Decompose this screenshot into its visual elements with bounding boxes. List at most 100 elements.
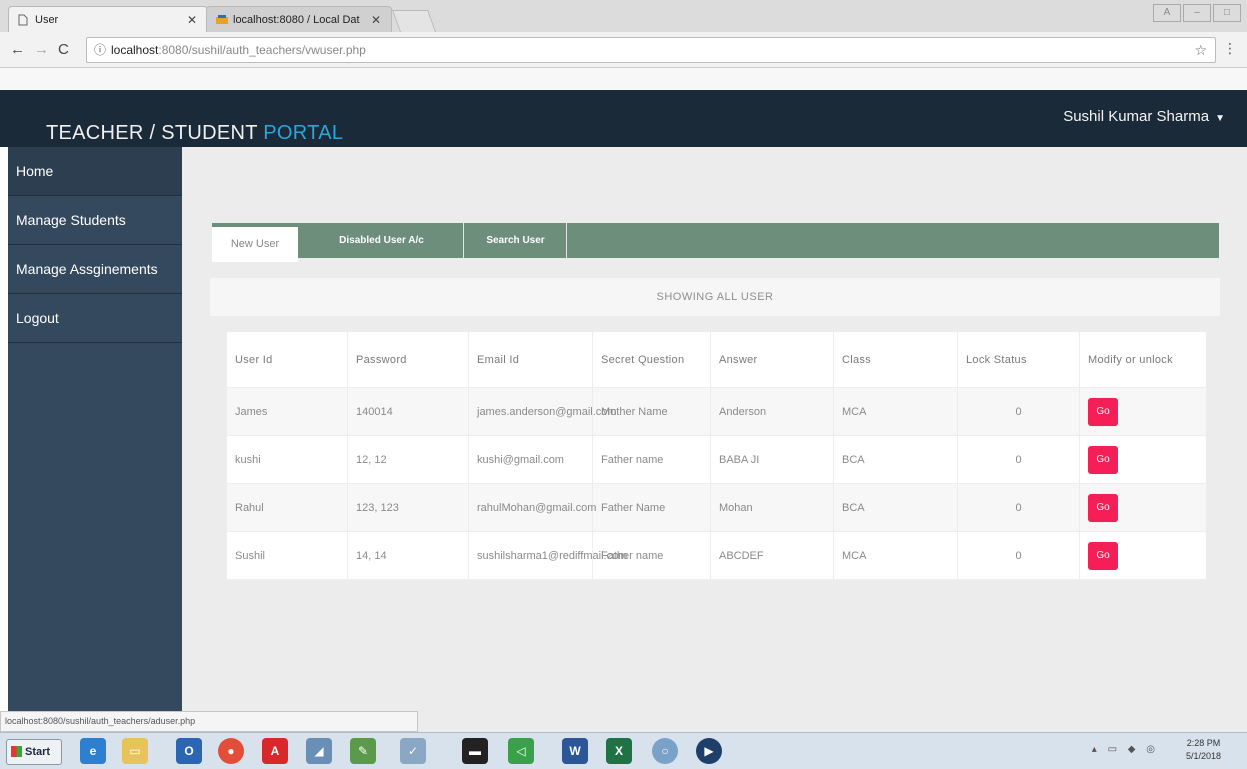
cell-action: Go: [1079, 483, 1207, 532]
browser-tab-phpmyadmin[interactable]: localhost:8080 / Local Dat ✕: [206, 6, 392, 32]
utility-icon[interactable]: ◢: [306, 738, 332, 764]
user-menu[interactable]: Sushil Kumar Sharma ▼: [1063, 108, 1225, 125]
outlook-icon[interactable]: O: [176, 738, 202, 764]
user-tab-bar: New User Disabled User A/c Search User: [212, 223, 1219, 262]
table-row: Sushil 14, 14 sushilsharma1@rediffmail.c…: [226, 531, 1207, 580]
profile-icon[interactable]: A: [1153, 4, 1181, 22]
column-header: Secret Question: [592, 331, 711, 388]
browser-tab-title: User: [35, 14, 59, 26]
paint-icon[interactable]: ✎: [350, 738, 376, 764]
go-button[interactable]: Go: [1088, 397, 1118, 426]
column-header: Email Id: [468, 331, 593, 388]
cell-question: Father name: [592, 531, 711, 580]
cell-action: Go: [1079, 531, 1207, 580]
column-header: Password: [347, 331, 469, 388]
browser-tabstrip: User ✕ localhost:8080 / Local Dat ✕ A – …: [0, 0, 1247, 32]
go-button[interactable]: Go: [1088, 445, 1118, 474]
excel-icon[interactable]: X: [606, 738, 632, 764]
windows-flag-icon: [11, 746, 22, 757]
cell-email: james.anderson@gmail.com: [468, 387, 617, 436]
search-icon[interactable]: ○: [652, 738, 678, 764]
address-host: localhost: [111, 43, 159, 57]
column-header: User Id: [226, 331, 348, 388]
brand-logo[interactable]: TEACHER / STUDENT PORTAL: [46, 122, 343, 145]
cell-action: Go: [1079, 435, 1207, 484]
tab-new-user[interactable]: New User: [212, 227, 298, 262]
cell-password: 12, 12: [347, 435, 469, 484]
visual-studio-icon[interactable]: ◁: [508, 738, 534, 764]
cell-user-id: Sushil: [226, 531, 348, 580]
start-label: Start: [25, 746, 51, 758]
brand-accent: PORTAL: [263, 122, 344, 144]
cell-lock-status: 0: [957, 435, 1080, 484]
media-icon[interactable]: ▶: [696, 738, 722, 764]
reload-icon[interactable]: C: [58, 41, 69, 58]
sidebar-item-logout[interactable]: Logout: [8, 294, 182, 343]
tab-search-user[interactable]: Search User: [465, 223, 567, 258]
browser-tab-user[interactable]: User ✕: [8, 6, 208, 32]
cell-class: MCA: [833, 387, 958, 436]
minimize-icon[interactable]: –: [1183, 4, 1211, 22]
word-icon[interactable]: W: [562, 738, 588, 764]
close-icon[interactable]: ✕: [187, 13, 197, 27]
browser-menu-icon[interactable]: ⋮: [1223, 40, 1237, 57]
user-name: Sushil Kumar Sharma: [1063, 108, 1210, 125]
cell-lock-status: 0: [957, 387, 1080, 436]
go-button[interactable]: Go: [1088, 493, 1118, 522]
cell-email: kushi@gmail.com: [468, 435, 593, 484]
sidebar-item-home[interactable]: Home: [8, 147, 182, 196]
cell-email: sushilsharma1@rediffmail.com: [468, 531, 627, 580]
cell-class: BCA: [833, 483, 958, 532]
address-path: :8080/sushil/auth_teachers/vwuser.php: [158, 43, 366, 57]
cell-answer: ABCDEF: [710, 531, 834, 580]
terminal-icon[interactable]: ▬: [462, 738, 488, 764]
cell-question: Father Name: [592, 483, 711, 532]
start-button[interactable]: Start: [6, 739, 62, 765]
ie-icon[interactable]: e: [80, 738, 106, 764]
cell-email: rahulMohan@gmail.com: [468, 483, 596, 532]
cell-answer: Mohan: [710, 483, 834, 532]
column-header: Answer: [710, 331, 834, 388]
close-icon[interactable]: ✕: [371, 13, 381, 27]
sidebar-item-manage-assignments[interactable]: Manage Assginements: [8, 245, 182, 294]
cell-question: Father name: [592, 435, 711, 484]
new-tab-button[interactable]: [391, 10, 437, 32]
cell-answer: Anderson: [710, 387, 834, 436]
clock-time: 2:28 PM: [1186, 738, 1221, 748]
sidebar: Home Manage Students Manage Assginements…: [8, 147, 182, 711]
table-row: kushi 12, 12 kushi@gmail.com Father name…: [226, 435, 1207, 484]
tab-disabled-user[interactable]: Disabled User A/c: [300, 223, 464, 258]
cell-user-id: James: [226, 387, 348, 436]
clock-date: 5/1/2018: [1185, 751, 1221, 761]
explorer-icon[interactable]: ▭: [122, 738, 148, 764]
sidebar-item-manage-students[interactable]: Manage Students: [8, 196, 182, 245]
acrobat-icon[interactable]: A: [262, 738, 288, 764]
app-header: TEACHER / STUDENT PORTAL Sushil Kumar Sh…: [0, 90, 1247, 147]
cell-lock-status: 0: [957, 531, 1080, 580]
notepad-icon[interactable]: ✓: [400, 738, 426, 764]
browser-toolbar: ← → C ⓘ localhost:8080/sushil/auth_teach…: [0, 32, 1247, 68]
back-arrow-icon[interactable]: ←: [10, 41, 25, 58]
cell-password: 123, 123: [347, 483, 469, 532]
maximize-icon[interactable]: □: [1213, 4, 1241, 22]
document-icon: [17, 14, 29, 26]
address-bar[interactable]: ⓘ localhost:8080/sushil/auth_teachers/vw…: [86, 37, 1216, 63]
cell-password: 140014: [347, 387, 469, 436]
forward-arrow-icon[interactable]: →: [34, 41, 49, 58]
info-icon[interactable]: ⓘ: [94, 38, 106, 62]
system-tray-icons[interactable]: ▴ ▭ ◆ ◎: [1092, 744, 1159, 755]
cell-answer: BABA JI: [710, 435, 834, 484]
table-row: Rahul 123, 123 rahulMohan@gmail.com Fath…: [226, 483, 1207, 532]
column-header: Modify or unlock: [1079, 331, 1207, 388]
database-icon: [215, 14, 228, 26]
cell-class: BCA: [833, 435, 958, 484]
browser-status-url: localhost:8080/sushil/auth_teachers/adus…: [0, 711, 418, 732]
go-button[interactable]: Go: [1088, 541, 1118, 570]
bookmarks-strip: [0, 68, 1247, 90]
bookmark-star-icon[interactable]: ☆: [1194, 38, 1207, 62]
chrome-icon[interactable]: ●: [218, 738, 244, 764]
clock[interactable]: 2:28 PM 5/1/2018: [1186, 737, 1221, 763]
caret-down-icon: ▼: [1215, 113, 1225, 124]
cell-class: MCA: [833, 531, 958, 580]
user-table: User Id Password Email Id Secret Questio…: [226, 331, 1207, 580]
